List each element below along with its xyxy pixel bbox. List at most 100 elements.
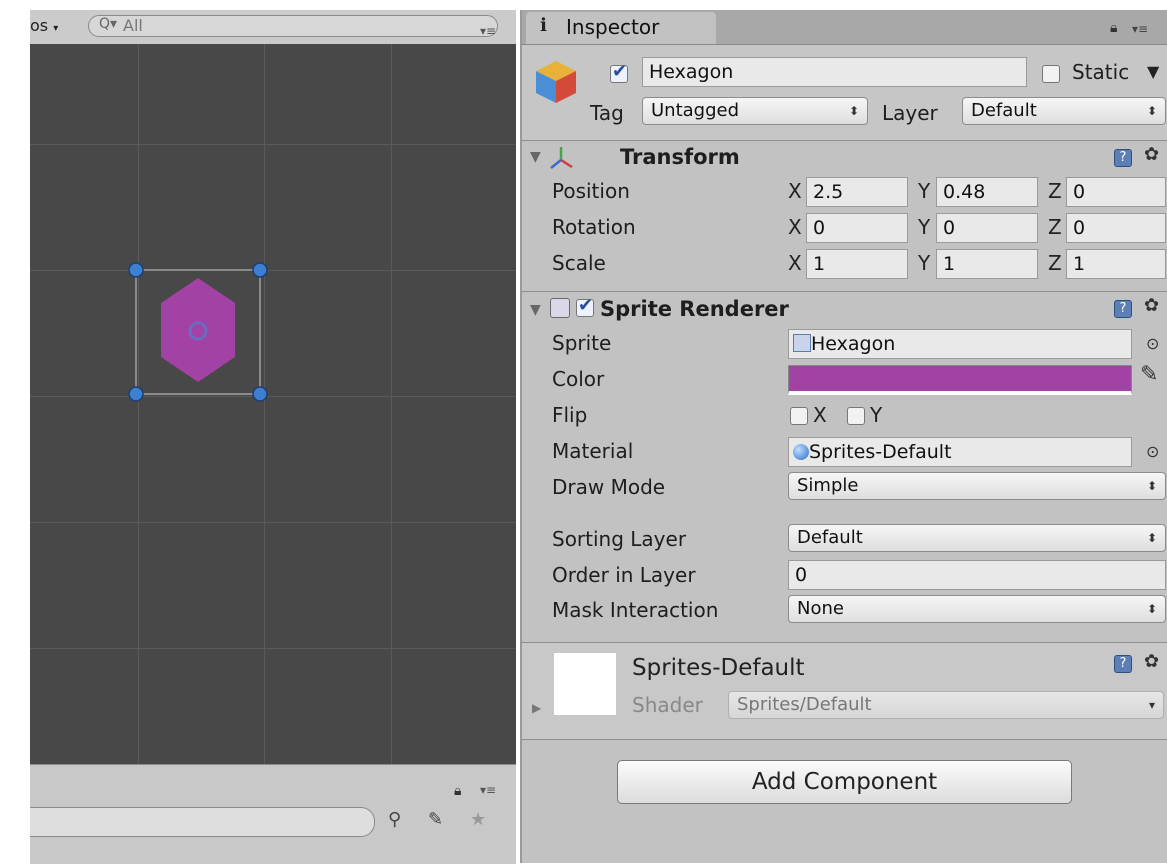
foldout-arrow-icon[interactable]: ▼ [530, 302, 541, 318]
material-label: Material [552, 439, 634, 463]
help-icon[interactable]: ? [1114, 149, 1132, 167]
help-icon[interactable]: ? [1114, 300, 1132, 318]
position-z-field[interactable]: 0 [1066, 177, 1166, 207]
resize-handle[interactable] [128, 386, 144, 402]
tab-inspector-label: Inspector [566, 15, 660, 39]
resize-handle[interactable] [252, 386, 268, 402]
lock-icon[interactable]: 🔒︎ [454, 783, 461, 799]
gameobject-cube-icon [536, 61, 576, 103]
transform-component: ▼ Transform ? ✿ Position X 2.5 Y 0.48 Z … [522, 141, 1167, 292]
rotation-x-field[interactable]: 0 [806, 213, 908, 243]
sprite-renderer-enabled-checkbox[interactable]: ✔ [576, 295, 594, 317]
axis-y-label[interactable]: Y [918, 215, 930, 239]
draw-mode-value: Simple [797, 475, 859, 496]
draw-mode-dropdown[interactable]: Simple ⬍ [788, 472, 1166, 500]
axis-x-label[interactable]: X [788, 215, 802, 239]
panel-menu-icon[interactable]: ▾≡ [1132, 22, 1148, 36]
grid-line [30, 648, 516, 649]
position-label: Position [552, 179, 630, 203]
layer-dropdown[interactable]: Default ⬍ [962, 97, 1166, 125]
filter-by-type-icon[interactable]: ⚲ [388, 809, 401, 830]
draw-mode-label: Draw Mode [552, 475, 666, 499]
color-swatch[interactable] [788, 365, 1132, 395]
sprite-renderer-component: ▼ ✔ Sprite Renderer ? ✿ Sprite Hexagon ⊙… [522, 292, 1167, 643]
axis-x-label[interactable]: X [788, 179, 802, 203]
flip-x-checkbox[interactable] [790, 407, 808, 425]
rotation-y-field[interactable]: 0 [936, 213, 1038, 243]
rotation-z-field[interactable]: 0 [1066, 213, 1166, 243]
static-checkbox[interactable] [1042, 65, 1060, 83]
dropdown-arrow-icon: ⬍ [1146, 531, 1157, 545]
eyedropper-icon[interactable]: ✎ [1140, 362, 1158, 387]
transform-axes-icon [550, 147, 573, 169]
add-component-button[interactable]: Add Component [617, 760, 1072, 804]
static-dropdown-arrow-icon[interactable]: ▼ [1147, 62, 1159, 81]
axis-z-label[interactable]: Z [1048, 251, 1062, 275]
axis-z-label[interactable]: Z [1048, 215, 1062, 239]
grid-line [30, 522, 516, 523]
sorting-layer-value: Default [797, 527, 863, 548]
order-in-layer-field[interactable]: 0 [788, 560, 1166, 590]
position-x-field[interactable]: 2.5 [806, 177, 908, 207]
sprite-field[interactable]: Hexagon [788, 329, 1132, 359]
panel-menu-icon[interactable]: ▾≡ [480, 783, 496, 797]
color-label: Color [552, 367, 605, 391]
hexagon-sprite[interactable] [161, 278, 235, 382]
project-search-input[interactable] [30, 807, 375, 837]
sprite-asset-icon [793, 334, 811, 352]
shader-dropdown[interactable]: Sprites/Default ▾ [728, 691, 1164, 719]
gear-icon[interactable]: ✿ [1144, 651, 1159, 672]
inspector-panel: ℹ Inspector 🔒︎ ▾≡ ✔ Hexagon Static ▼ Tag… [520, 10, 1167, 863]
mask-interaction-value: None [797, 598, 844, 619]
resize-handle[interactable] [128, 262, 144, 278]
layer-label: Layer [882, 101, 938, 125]
scale-x-field[interactable]: 1 [806, 249, 908, 279]
foldout-arrow-icon[interactable]: ▶ [532, 701, 541, 715]
scene-view[interactable] [30, 44, 516, 764]
filter-by-label-icon[interactable]: ✎ [428, 809, 443, 830]
search-input[interactable]: Q▾ All [88, 15, 498, 37]
gizmos-dropdown[interactable]: os ▾ [30, 16, 58, 35]
scale-y-field[interactable]: 1 [936, 249, 1038, 279]
shader-value: Sprites/Default [737, 694, 872, 715]
selected-sprite[interactable] [120, 259, 280, 409]
checkmark-icon: ✔ [612, 61, 628, 82]
foldout-arrow-icon[interactable]: ▼ [530, 149, 541, 165]
tab-inspector[interactable]: ℹ Inspector [526, 12, 716, 44]
material-field[interactable]: Sprites-Default [788, 437, 1132, 467]
tag-dropdown[interactable]: Untagged ⬍ [642, 97, 868, 125]
help-icon[interactable]: ? [1114, 655, 1132, 673]
material-section: ▶ Sprites-Default Shader Sprites/Default… [522, 643, 1167, 740]
object-name-input[interactable]: Hexagon [642, 57, 1027, 87]
panel-menu-icon[interactable]: ▾≡ [480, 24, 496, 38]
sorting-layer-dropdown[interactable]: Default ⬍ [788, 524, 1166, 552]
scene-panel: os ▾ Q▾ All ▾≡ 🔒︎ ▾≡ ⚲ ✎ ★ [30, 10, 516, 864]
checkmark-icon: ✔ [578, 295, 594, 316]
tag-label: Tag [590, 101, 624, 125]
axis-y-label[interactable]: Y [918, 251, 930, 275]
flip-y-checkbox[interactable] [847, 407, 865, 425]
position-y-field[interactable]: 0.48 [936, 177, 1038, 207]
axis-y-label[interactable]: Y [918, 179, 930, 203]
shader-label: Shader [632, 693, 703, 717]
search-icon: Q▾ [99, 16, 118, 32]
object-picker-icon[interactable]: ⊙ [1146, 442, 1159, 461]
mask-interaction-label: Mask Interaction [552, 598, 719, 622]
object-picker-icon[interactable]: ⊙ [1146, 334, 1159, 353]
lock-icon[interactable]: 🔒︎ [1110, 20, 1117, 36]
info-icon: ℹ [540, 15, 547, 36]
gear-icon[interactable]: ✿ [1144, 144, 1159, 165]
active-checkbox[interactable]: ✔ [610, 61, 628, 83]
material-value: Sprites-Default [809, 441, 952, 463]
axis-z-label[interactable]: Z [1048, 179, 1062, 203]
scale-z-field[interactable]: 1 [1066, 249, 1166, 279]
scene-toolbar: os ▾ Q▾ All ▾≡ [30, 10, 516, 45]
resize-handle[interactable] [252, 262, 268, 278]
inspector-tab-bar: ℹ Inspector 🔒︎ ▾≡ [522, 10, 1167, 45]
tag-value: Untagged [651, 100, 740, 121]
favorites-star-icon[interactable]: ★ [470, 809, 486, 830]
axis-x-label[interactable]: X [788, 251, 802, 275]
mask-interaction-dropdown[interactable]: None ⬍ [788, 595, 1166, 623]
object-header: ✔ Hexagon Static ▼ Tag Untagged ⬍ Layer D… [522, 45, 1167, 141]
gear-icon[interactable]: ✿ [1144, 295, 1159, 316]
